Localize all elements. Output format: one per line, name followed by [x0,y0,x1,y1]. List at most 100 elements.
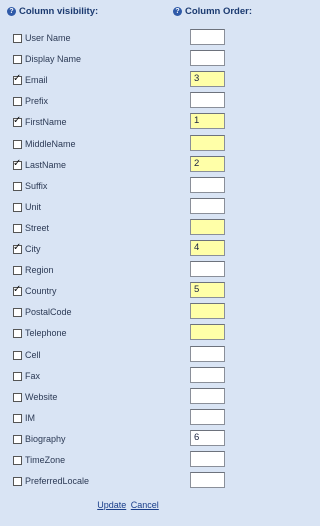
column-row: Region [0,261,256,279]
column-row: Telephone [0,324,256,342]
column-label: Unit [25,202,42,212]
column-row: Fax [0,367,256,385]
column-order-input[interactable] [190,346,225,362]
column-visibility-heading: ? Column visibility: [7,6,98,17]
column-row: ✓ FirstName 1 [0,113,256,131]
column-row: Unit [0,198,256,216]
column-order-input[interactable]: 2 [190,156,225,172]
column-visibility-checkbox[interactable]: ✓ [13,284,22,296]
column-label: Biography [25,434,66,444]
column-row: Cell [0,346,256,364]
column-order-input[interactable] [190,50,225,66]
column-label: Display Name [25,54,82,64]
column-label: Website [25,392,58,402]
column-label: Region [25,265,54,275]
column-visibility-checkbox[interactable] [13,140,22,149]
column-order-label: Column Order: [184,6,252,17]
column-order-input[interactable]: 6 [190,430,225,446]
column-label: Cell [25,350,41,360]
column-row: Display Name [0,50,256,68]
column-row: PostalCode [0,303,256,321]
column-visibility-checkbox[interactable]: ✓ [13,158,22,170]
column-label: Suffix [25,181,48,191]
column-order-input[interactable] [190,388,225,404]
column-label: Fax [25,371,41,381]
column-visibility-checkbox[interactable] [13,97,22,106]
column-label: User Name [25,33,71,43]
column-row: ✓ Country 5 [0,282,256,300]
column-visibility-checkbox[interactable] [13,435,22,444]
checkmark-icon: ✓ [13,242,22,253]
column-row: ✓ City 4 [0,240,256,258]
column-visibility-checkbox[interactable] [13,182,22,191]
column-visibility-checkbox[interactable]: ✓ [13,115,22,127]
column-label: IM [25,413,35,423]
column-visibility-checkbox[interactable] [13,456,22,465]
column-order-input[interactable] [190,303,225,319]
column-visibility-checkbox[interactable] [13,266,22,275]
column-visibility-checkbox[interactable] [13,308,22,317]
column-order-input[interactable] [190,219,225,235]
column-label: Email [25,75,48,85]
column-label: Street [25,223,50,233]
help-icon[interactable]: ? [7,7,16,16]
column-visibility-checkbox[interactable] [13,393,22,402]
column-visibility-checkbox[interactable] [13,372,22,381]
column-row: Website [0,388,256,406]
column-row: ✓ Email 3 [0,71,256,89]
column-visibility-checkbox[interactable] [13,477,22,486]
column-label: MiddleName [25,139,76,149]
column-order-input[interactable] [190,198,225,214]
column-order-input[interactable]: 3 [190,71,225,87]
column-order-input[interactable] [190,472,225,488]
column-order-input[interactable]: 5 [190,282,225,298]
column-row: PreferredLocale [0,472,256,490]
column-label: Telephone [25,328,67,338]
column-order-input[interactable] [190,135,225,151]
column-order-input[interactable]: 4 [190,240,225,256]
column-row: IM [0,409,256,427]
column-label: PreferredLocale [25,476,90,486]
column-label: Prefix [25,96,49,106]
column-label: FirstName [25,117,67,127]
help-icon[interactable]: ? [172,7,182,16]
column-visibility-checkbox[interactable] [13,351,22,360]
column-visibility-checkbox[interactable] [13,329,22,338]
column-order-input[interactable] [190,324,225,340]
column-row: Biography 6 [0,430,256,448]
column-visibility-checkbox[interactable] [13,224,22,233]
column-row: MiddleName [0,135,256,153]
column-row: Prefix [0,92,256,110]
column-visibility-checkbox[interactable] [13,34,22,43]
checkmark-icon: ✓ [13,284,22,295]
column-order-input[interactable] [190,177,225,193]
column-label: Country [25,286,57,296]
update-link[interactable]: Update [97,500,126,510]
column-visibility-checkbox[interactable] [13,55,22,64]
column-order-input[interactable] [190,92,225,108]
column-visibility-checkbox[interactable] [13,414,22,423]
column-label: City [25,244,41,254]
checkmark-icon: ✓ [13,73,22,84]
column-visibility-checkbox[interactable]: ✓ [13,242,22,254]
column-row: Suffix [0,177,256,195]
column-label: TimeZone [25,455,66,465]
column-row: ✓ LastName 2 [0,156,256,174]
column-visibility-checkbox[interactable] [13,203,22,212]
column-visibility-checkbox[interactable]: ✓ [13,73,22,85]
column-row: User Name [0,29,256,47]
column-order-input[interactable] [190,451,225,467]
column-order-input[interactable] [190,29,225,45]
cancel-link[interactable]: Cancel [131,500,159,510]
column-order-input[interactable] [190,367,225,383]
column-order-input[interactable] [190,409,225,425]
checkmark-icon: ✓ [13,115,22,126]
column-order-input[interactable]: 1 [190,113,225,129]
checkmark-icon: ✓ [13,158,22,169]
column-header: ? Column visibility: ? Column Order: [0,6,256,20]
column-row: TimeZone [0,451,256,469]
column-row: Street [0,219,256,237]
column-visibility-label: Column visibility: [19,6,99,17]
column-order-input[interactable] [190,261,225,277]
footer-actions: Update Cancel [0,500,256,510]
